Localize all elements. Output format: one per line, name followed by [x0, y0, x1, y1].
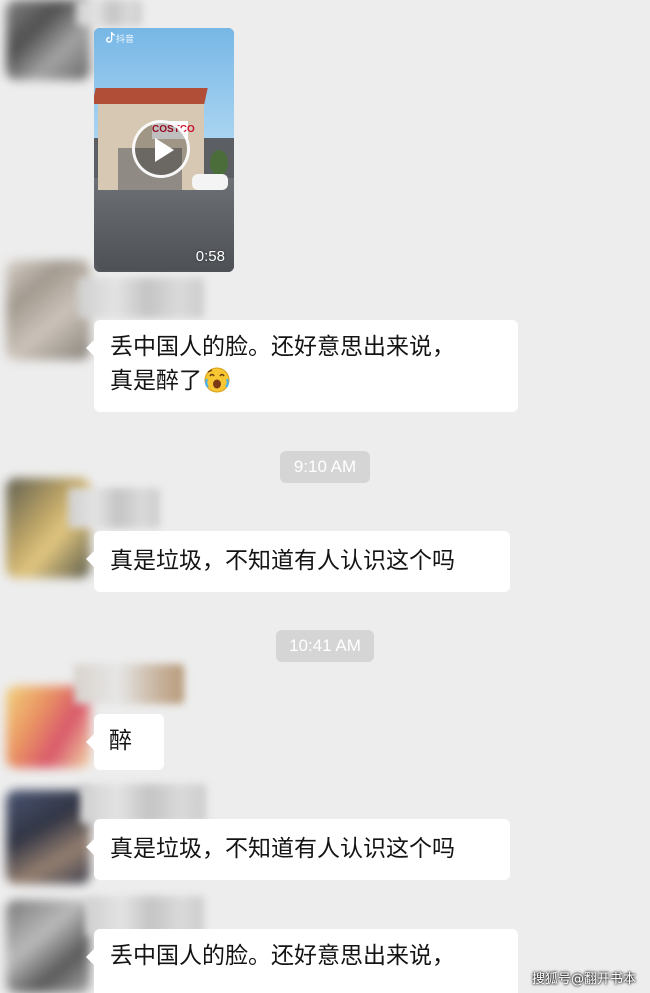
message-bubble[interactable]: 醉 [86, 714, 164, 770]
video-duration: 0:58 [195, 248, 225, 265]
sender-name-blurred [80, 784, 206, 824]
message-bubble[interactable]: 真是垃圾，不知道有人认识这个吗 [86, 819, 510, 880]
sender-name-blurred [68, 488, 160, 528]
tiktok-icon [106, 32, 115, 43]
message-text: 真是垃圾，不知道有人认识这个吗 [110, 836, 455, 862]
crying-laughing-face-icon [204, 367, 230, 393]
video-thumbnail-store-roof [94, 88, 208, 104]
message-text: 丢中国人的脸。还好意思出来说， [110, 334, 455, 360]
message-timestamp: 10:41 AM [276, 630, 374, 662]
message-text: 醉 [109, 728, 132, 754]
message-text: 真是醉了 [110, 368, 202, 394]
chat-conversation[interactable]: COSTCO 抖音 0:58 丢中国人的脸。还好意思出来说， 真是醉了 9:10… [0, 0, 650, 993]
avatar[interactable] [6, 900, 90, 993]
play-button[interactable] [132, 120, 190, 178]
video-message[interactable]: COSTCO 抖音 0:58 [94, 28, 234, 272]
video-platform-watermark: 抖音 [116, 35, 135, 45]
message-text: 真是垃圾，不知道有人认识这个吗 [110, 548, 455, 574]
video-thumbnail-tree [210, 150, 228, 176]
message-text-line: 真是醉了 [110, 364, 502, 398]
message-bubble[interactable]: 丢中国人的脸。还好意思出来说， [86, 929, 518, 993]
avatar[interactable] [6, 790, 90, 884]
sender-name-blurred [76, 0, 142, 26]
sender-name-blurred [78, 278, 204, 318]
source-watermark: 搜狐号@翻开书本 [531, 972, 636, 987]
message-text: 丢中国人的脸。还好意思出来说， [110, 943, 455, 969]
message-bubble[interactable]: 丢中国人的脸。还好意思出来说， 真是醉了 [86, 320, 518, 412]
message-timestamp: 9:10 AM [280, 451, 370, 483]
message-bubble[interactable]: 真是垃圾，不知道有人认识这个吗 [86, 531, 510, 592]
video-thumbnail-car [192, 174, 228, 190]
play-icon [155, 138, 174, 162]
sender-name-blurred [74, 664, 184, 704]
